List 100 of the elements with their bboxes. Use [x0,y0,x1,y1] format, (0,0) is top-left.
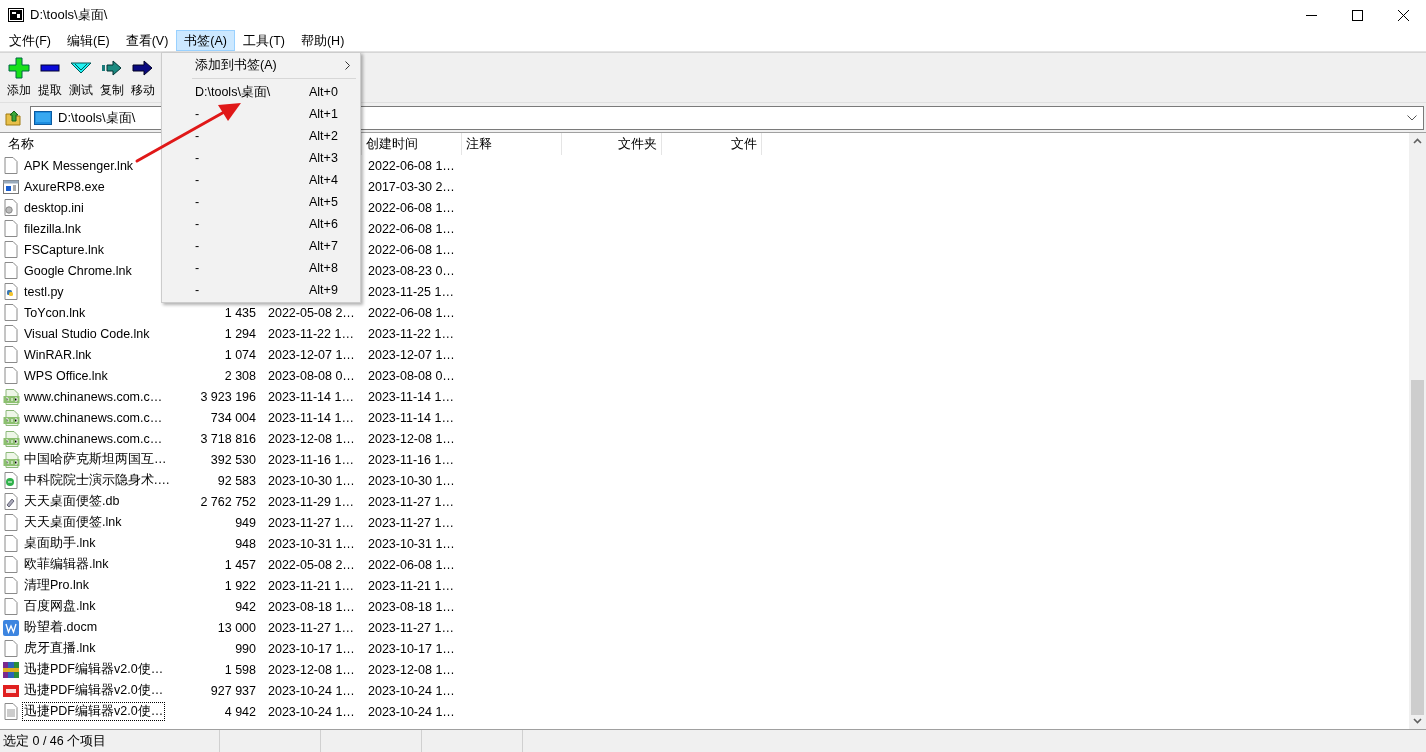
file-name[interactable]: 桌面助手.lnk [22,534,98,553]
modified-time: 2023-11-16 1… [267,452,355,467]
file-name[interactable]: APK Messenger.lnk [22,157,136,174]
file-name[interactable]: ToYcon.lnk [22,304,88,321]
file-name[interactable]: 中科院院士演示隐身术.… [22,471,172,490]
created-time: 2023-10-17 1… [367,641,456,656]
bookmark-item[interactable]: - [195,261,309,275]
shortcut-label: Alt+2 [309,129,338,143]
file-name[interactable]: 天天桌面便签.lnk [22,513,124,532]
up-folder-button[interactable] [5,109,22,126]
file-size: 927 937 [210,683,257,698]
created-time: 2023-11-27 1… [367,515,455,530]
created-time: 2023-08-08 0… [367,368,456,383]
column-header[interactable]: 创建时间 [366,137,418,151]
file-size: 948 [235,536,257,551]
modified-time: 2023-11-22 1… [267,326,355,341]
menu-item[interactable]: 添加到书签(A) [162,54,360,76]
file-size: 4 942 [224,704,257,719]
file-name[interactable]: www.chinanews.com.c… [22,409,165,426]
file-name[interactable]: AxureRP8.exe [22,178,107,195]
toolbar-button[interactable]: 提取 [34,53,65,102]
created-time: 2023-08-23 0… [367,263,456,278]
shortcut-label: Alt+9 [309,283,338,297]
shortcut-label: Alt+3 [309,151,338,165]
file-name[interactable]: Google Chrome.lnk [22,262,134,279]
file-icon [4,367,18,384]
menu-item[interactable]: 帮助(H) [292,30,353,51]
file-icon [3,179,19,194]
file-name[interactable]: 欧菲编辑器.lnk [22,555,111,574]
file-icon [4,199,18,216]
modified-time: 2023-11-27 1… [267,515,355,530]
file-name[interactable]: testl.py [22,283,66,300]
column-header[interactable]: 文件夹 [618,137,657,151]
dropdown-icon [1407,114,1417,121]
file-size: 2 308 [224,368,257,383]
toolbar-button[interactable]: 移动 [127,53,158,102]
created-time: 2023-11-25 1… [367,284,455,299]
file-icon [4,325,18,342]
scrollbar[interactable] [1409,133,1426,729]
created-time: 2023-11-14 1… [367,389,455,404]
bookmark-item[interactable]: - [195,151,309,165]
file-size: 949 [235,515,257,530]
bookmark-item[interactable]: - [195,129,309,143]
menu-item[interactable]: 查看(V) [117,30,177,51]
column-header[interactable]: 名称 [8,137,34,151]
file-name[interactable]: 迅捷PDF编辑器v2.0使… [22,702,166,721]
file-name[interactable]: WPS Office.lnk [22,367,110,384]
up-folder-icon [5,109,22,126]
shortcut-label: Alt+0 [309,85,338,99]
shortcut-label: Alt+7 [309,239,338,253]
bookmark-item[interactable]: - [195,217,309,231]
file-name[interactable]: desktop.ini [22,199,86,216]
column-header[interactable]: 注释 [466,137,492,151]
toolbar-button[interactable]: 复制 [96,53,127,102]
toolbar-button[interactable]: 添加 [3,53,34,102]
modified-time: 2023-10-31 1… [267,536,356,551]
bookmark-item[interactable]: - [195,173,309,187]
bookmark-item[interactable]: - [195,195,309,209]
created-time: 2022-06-08 1… [367,158,456,173]
created-time: 2022-06-08 1… [367,221,456,236]
file-name[interactable]: 盼望着.docm [22,618,100,637]
move-icon [131,57,154,79]
created-time: 2023-10-24 1… [367,704,456,719]
column-header[interactable]: 文件 [731,137,757,151]
file-size: 734 004 [210,410,257,425]
menu-item[interactable]: 编辑(E) [58,30,118,51]
file-size: 990 [235,641,257,656]
file-name[interactable]: 中国哈萨克斯坦两国互… [22,450,169,469]
file-icon [4,640,18,657]
created-time: 2023-12-07 1… [367,347,456,362]
file-name[interactable]: Visual Studio Code.lnk [22,325,152,342]
file-name[interactable]: 百度网盘.lnk [22,597,98,616]
file-name[interactable]: 清理Pro.lnk [22,576,91,595]
file-name[interactable]: FSCapture.lnk [22,241,106,258]
file-name[interactable]: WinRAR.lnk [22,346,94,363]
bookmark-item[interactable]: - [195,239,309,253]
shortcut-label: Alt+4 [309,173,338,187]
file-size: 92 583 [217,473,257,488]
copy-icon [100,57,123,79]
toolbar-button[interactable]: 测试 [65,53,96,102]
created-time: 2022-06-08 1… [367,242,456,257]
menu-item[interactable]: 文件(F) [1,30,59,51]
created-time: 2023-12-08 1… [367,431,456,446]
menu-item[interactable]: 书签(A) [176,30,235,51]
bookmark-item[interactable]: D:\tools\桌面\ [195,83,309,101]
shortcut-label: Alt+1 [309,107,338,121]
file-size: 1 294 [224,326,257,341]
bookmark-item[interactable]: - [195,283,309,297]
file-name[interactable]: 迅捷PDF编辑器v2.0使… [22,660,166,679]
file-name[interactable]: www.chinanews.com.c… [22,430,165,447]
created-time: 2022-06-08 1… [367,557,456,572]
file-name[interactable]: 虎牙直播.lnk [22,639,98,658]
file-name[interactable]: 迅捷PDF编辑器v2.0使… [22,681,166,700]
file-icon [3,661,19,678]
bookmark-item[interactable]: - [195,107,309,121]
file-name[interactable]: filezilla.lnk [22,220,83,237]
file-icon [4,577,18,594]
file-name[interactable]: www.chinanews.com.c… [22,388,165,405]
file-name[interactable]: 天天桌面便签.db [22,492,122,511]
menu-item[interactable]: 工具(T) [235,30,293,51]
